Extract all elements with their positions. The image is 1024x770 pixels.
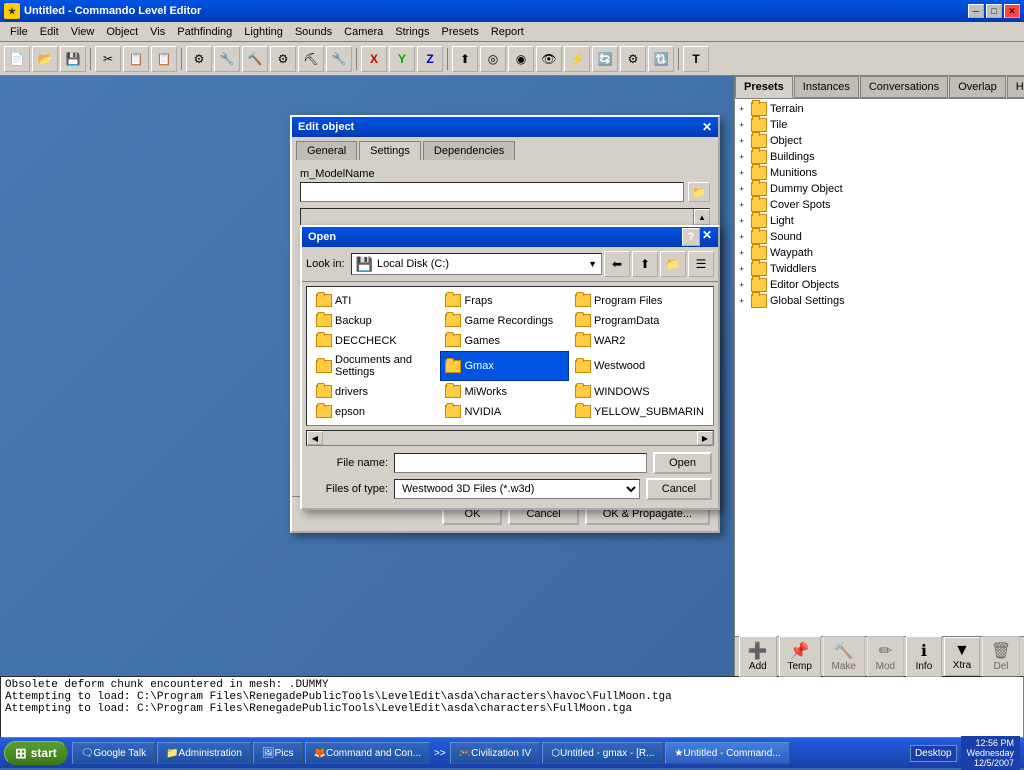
files-area: ATI Fraps Program Files Backup Game Reco… — [306, 286, 714, 426]
folder-DECCHECK[interactable]: DECCHECK — [311, 331, 439, 350]
nav-back[interactable]: ⬅ — [604, 251, 630, 277]
look-in-value: Local Disk (C:) — [377, 258, 584, 270]
folder-ProgramFiles[interactable]: Program Files — [570, 291, 709, 310]
open-dialog-title-bar: Open ? ✕ — [302, 227, 718, 247]
cancel-btn[interactable]: Cancel — [646, 478, 712, 500]
nav-view[interactable]: ☰ — [688, 251, 714, 277]
look-in-label: Look in: — [306, 258, 345, 270]
filename-input[interactable] — [394, 453, 647, 473]
time-display: 12:56 PM — [967, 738, 1014, 748]
nav-new-folder[interactable]: 📁 — [660, 251, 686, 277]
folder-GameRecordings[interactable]: Game Recordings — [440, 311, 568, 330]
open-bottom: File name: Open Files of type: Westwood … — [302, 448, 718, 508]
h-scroll-track[interactable] — [323, 431, 697, 445]
files-grid: ATI Fraps Program Files Backup Game Reco… — [311, 291, 709, 421]
folder-WAR2[interactable]: WAR2 — [570, 331, 709, 350]
filetype-row: Files of type: Westwood 3D Files (*.w3d)… — [308, 478, 712, 500]
folder-WINDOWS[interactable]: WINDOWS — [570, 382, 709, 401]
look-in-select[interactable]: 💾 Local Disk (C:) ▼ — [351, 253, 602, 275]
open-dialog-title: Open — [308, 231, 336, 243]
date-display: 12/5/2007 — [967, 758, 1014, 768]
edit-object-close[interactable]: ✕ — [702, 120, 712, 134]
scroll-up[interactable]: ▲ — [694, 209, 710, 225]
filetype-label: Files of type: — [308, 483, 388, 495]
open-btn[interactable]: Open — [653, 452, 712, 474]
desktop-label[interactable]: Desktop — [910, 745, 957, 762]
filename-row: File name: Open — [308, 452, 712, 474]
tab-settings[interactable]: Settings — [359, 141, 421, 160]
scroll-right[interactable]: ▶ — [697, 431, 713, 445]
taskbar-item-5[interactable]: 🎮 Civilization IV — [450, 742, 540, 764]
folder-Westwood[interactable]: Westwood — [570, 351, 709, 381]
folder-Fraps[interactable]: Fraps — [440, 291, 568, 310]
folder-Backup[interactable]: Backup — [311, 311, 439, 330]
edit-object-title-bar: Edit object ✕ — [292, 117, 718, 137]
folder-MiWorks[interactable]: MiWorks — [440, 382, 568, 401]
taskbar-item-1[interactable]: 🗨 Google Talk — [72, 742, 155, 764]
filename-label: File name: — [308, 457, 388, 469]
h-scrollbar: ◀ ▶ — [306, 430, 714, 446]
taskbar-items: 🗨 Google Talk 📁 Administration 🖼 Pics 🦊 … — [72, 742, 906, 764]
dialog-overlay: Edit object ✕ General Settings Dependenc… — [0, 0, 1024, 738]
folder-ProgramData[interactable]: ProgramData — [570, 311, 709, 330]
start-button[interactable]: ⊞ start — [4, 741, 68, 765]
taskbar-item-6[interactable]: ⬡ Untitled - gmax - [R... — [542, 742, 663, 764]
folder-YELLOW[interactable]: YELLOW_SUBMARIN — [570, 402, 709, 421]
model-name-input[interactable] — [300, 182, 684, 202]
taskbar-item-4[interactable]: 🦊 Command and Con... — [305, 742, 431, 764]
taskbar-expand[interactable]: >> — [432, 742, 448, 764]
taskbar: ⊞ start 🗨 Google Talk 📁 Administration 🖼… — [0, 738, 1024, 768]
tab-dependencies[interactable]: Dependencies — [423, 141, 515, 160]
tab-general[interactable]: General — [296, 141, 357, 160]
folder-Gmax[interactable]: Gmax — [440, 351, 568, 381]
open-help-button[interactable]: ? — [682, 228, 700, 246]
clock[interactable]: 12:56 PM Wednesday 12/5/2007 — [961, 736, 1020, 770]
scroll-left[interactable]: ◀ — [307, 431, 323, 445]
taskbar-item-2[interactable]: 📁 Administration — [157, 742, 251, 764]
model-name-label: m_ModelName — [300, 168, 710, 180]
folder-drivers[interactable]: drivers — [311, 382, 439, 401]
start-label: start — [31, 746, 57, 760]
edit-object-tabs: General Settings Dependencies — [292, 137, 718, 160]
folder-Games[interactable]: Games — [440, 331, 568, 350]
edit-object-title: Edit object — [298, 121, 354, 133]
model-name-row: 📁 — [300, 182, 710, 202]
taskbar-tray: Desktop 12:56 PM Wednesday 12/5/2007 — [910, 736, 1020, 770]
folder-DocsAndSettings[interactable]: Documents and Settings — [311, 351, 439, 381]
nav-up[interactable]: ⬆ — [632, 251, 658, 277]
folder-epson[interactable]: epson — [311, 402, 439, 421]
filetype-select[interactable]: Westwood 3D Files (*.w3d) All Files (*.*… — [394, 479, 640, 499]
model-name-browse[interactable]: 📁 — [688, 182, 710, 202]
taskbar-item-3[interactable]: 🖼 Pics — [253, 742, 303, 764]
gmax-folder-icon — [445, 360, 461, 373]
open-toolbar: Look in: 💾 Local Disk (C:) ▼ ⬅ ⬆ 📁 ☰ — [302, 247, 718, 282]
taskbar-item-7[interactable]: ★ Untitled - Command... — [665, 742, 789, 764]
open-dialog: Open ? ✕ Look in: 💾 Local Disk (C:) ▼ ⬅ … — [300, 225, 720, 510]
open-dialog-close[interactable]: ✕ — [702, 228, 712, 246]
folder-ATI[interactable]: ATI — [311, 291, 439, 310]
day-display: Wednesday — [967, 748, 1014, 758]
folder-NVIDIA[interactable]: NVIDIA — [440, 402, 568, 421]
